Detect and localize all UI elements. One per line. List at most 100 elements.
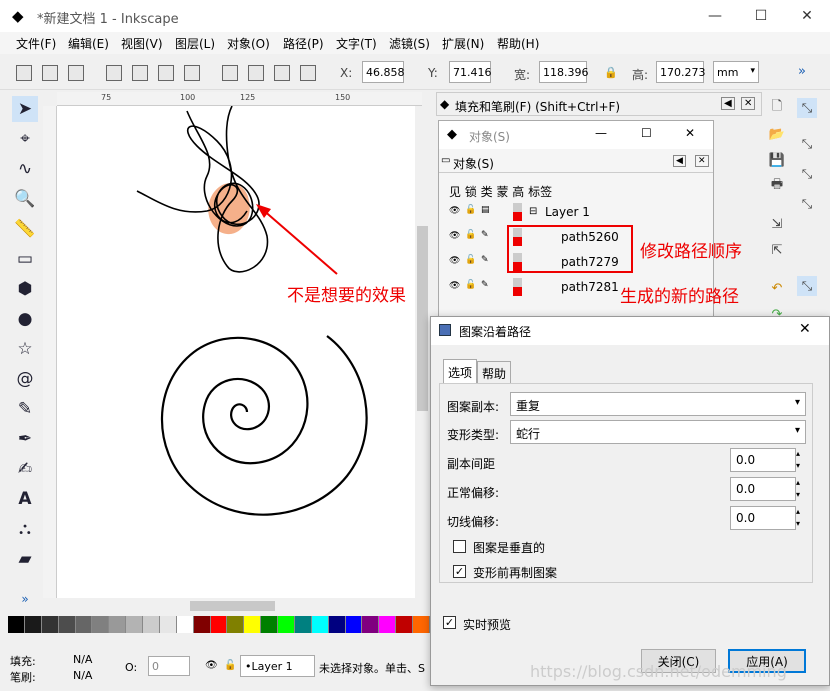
current-layer-select[interactable]: •Layer 1	[240, 655, 315, 677]
eye-icon[interactable]: 👁	[205, 660, 218, 671]
flip-vertical-icon[interactable]	[184, 65, 200, 81]
measure-tool-icon[interactable]: 📏	[12, 216, 38, 242]
lock-icon[interactable]: 🔓	[465, 205, 476, 215]
spin-icon[interactable]: ▴ ▾	[796, 448, 800, 472]
pencil-tool-icon[interactable]: ✎	[12, 396, 38, 422]
layer-row[interactable]: 👁 🔓 ▤ ⊟ Layer 1	[445, 201, 709, 223]
lock-icon[interactable]: 🔓	[465, 280, 476, 290]
palette-swatch[interactable]	[159, 616, 177, 633]
copies-select[interactable]: 重复 ▾	[510, 392, 806, 416]
panel-close-icon[interactable]: ✕	[741, 97, 756, 110]
palette-swatch[interactable]	[413, 616, 430, 633]
ellipse-tool-icon[interactable]: ●	[12, 306, 38, 332]
menu-path[interactable]: 路径(P)	[283, 35, 324, 52]
palette-swatch[interactable]	[58, 616, 76, 633]
flip-horizontal-icon[interactable]	[158, 65, 174, 81]
spiral-tool-icon[interactable]: @	[12, 366, 38, 392]
vertical-scrollbar[interactable]	[415, 106, 430, 598]
new-document-icon[interactable]: 🗋	[767, 98, 787, 118]
drawing-canvas[interactable]	[57, 105, 415, 598]
deselect-icon[interactable]	[68, 65, 84, 81]
lock-icon[interactable]: 🔓	[465, 255, 476, 265]
opacity-input[interactable]: 0	[148, 656, 190, 676]
text-tool-icon[interactable]: A	[12, 486, 38, 512]
menu-file[interactable]: 文件(F)	[16, 35, 56, 52]
objects-maximize-button[interactable]: ☐	[641, 126, 652, 140]
x-input[interactable]: 46.858	[362, 61, 405, 83]
palette-swatch[interactable]	[244, 616, 262, 633]
snap-toggle-icon[interactable]: ⤡	[797, 98, 817, 118]
objects-minimize-button[interactable]: —	[595, 126, 607, 140]
spacing-input[interactable]: 0.0	[730, 448, 796, 472]
palette-swatch[interactable]	[362, 616, 380, 633]
palette-swatch[interactable]	[92, 616, 110, 633]
select-all-layers-icon[interactable]	[42, 65, 58, 81]
palette-swatch[interactable]	[210, 616, 228, 633]
snap-corner-icon[interactable]: ⤡	[797, 194, 817, 214]
menu-edit[interactable]: 编辑(E)	[68, 35, 109, 52]
palette-swatch[interactable]	[143, 616, 160, 633]
raise-to-top-icon[interactable]	[222, 65, 238, 81]
selector-tool-icon[interactable]: ➤	[12, 96, 38, 122]
lower-to-bottom-icon[interactable]	[300, 65, 316, 81]
collapse-icon[interactable]: ⊟	[529, 206, 537, 217]
lock-icon[interactable]: 🔓	[224, 660, 236, 671]
width-input[interactable]: 118.396	[539, 61, 589, 83]
menu-text[interactable]: 文字(T)	[336, 35, 377, 52]
horizontal-scroll-thumb[interactable]	[190, 601, 275, 611]
open-icon[interactable]: 📂	[767, 124, 787, 144]
calligraphy-tool-icon[interactable]: ✍	[12, 456, 38, 482]
palette-swatch[interactable]	[8, 616, 25, 633]
raise-icon[interactable]	[248, 65, 264, 81]
visibility-icon[interactable]: 👁	[449, 281, 460, 291]
save-icon[interactable]: 💾	[767, 150, 787, 170]
palette-swatch[interactable]	[311, 616, 329, 633]
objects-close-button[interactable]: ✕	[685, 126, 695, 140]
palette-swatch[interactable]	[193, 616, 211, 633]
palette-swatch[interactable]	[176, 616, 194, 633]
palette-swatch[interactable]	[126, 616, 143, 633]
palette-swatch[interactable]	[24, 616, 42, 633]
palette-swatch[interactable]	[261, 616, 278, 633]
snap-edge-icon[interactable]: ⤡	[797, 164, 817, 184]
tangent-offset-input[interactable]: 0.0	[730, 506, 796, 530]
palette-swatch[interactable]	[294, 616, 312, 633]
menu-view[interactable]: 视图(V)	[121, 35, 163, 52]
palette-swatch[interactable]	[109, 616, 127, 633]
rotate-cw-icon[interactable]	[132, 65, 148, 81]
zoom-tool-icon[interactable]: 🔍	[12, 186, 38, 212]
panel-collapse-icon[interactable]: ◀	[721, 97, 735, 110]
palette-swatch[interactable]	[396, 616, 413, 633]
export-icon[interactable]: ⇱	[767, 240, 787, 260]
palette-swatch[interactable]	[345, 616, 363, 633]
menu-extensions[interactable]: 扩展(N)	[442, 35, 484, 52]
more-tools-icon[interactable]: »	[12, 586, 38, 612]
menu-help[interactable]: 帮助(H)	[497, 35, 539, 52]
visibility-icon[interactable]: 👁	[449, 231, 460, 241]
maximize-button[interactable]: ☐	[738, 0, 784, 32]
clone-before-deform-checkbox[interactable]: ✓	[453, 565, 466, 578]
star-tool-icon[interactable]: ☆	[12, 336, 38, 362]
palette-swatch[interactable]	[41, 616, 59, 633]
import-icon[interactable]: ⇲	[767, 214, 787, 234]
dialog-close-button[interactable]: ✕	[799, 321, 811, 337]
lock-ratio-icon[interactable]: 🔒	[604, 66, 618, 79]
tab-options[interactable]: 选项	[443, 359, 478, 383]
overflow-icon[interactable]: »	[798, 64, 806, 79]
rectangle-tool-icon[interactable]: ▭	[12, 246, 38, 272]
y-input[interactable]: 71.416	[449, 61, 492, 83]
print-icon[interactable]: 🖶	[767, 176, 787, 196]
palette-swatch[interactable]	[328, 616, 346, 633]
vertical-scroll-thumb[interactable]	[417, 226, 428, 411]
tweak-tool-icon[interactable]: ∿	[12, 156, 38, 182]
undo-icon[interactable]: ↶	[767, 278, 787, 298]
spray-tool-icon[interactable]: ⛬	[12, 516, 38, 542]
select-all-icon[interactable]	[16, 65, 32, 81]
pattern-vertical-checkbox[interactable]	[453, 540, 466, 553]
unit-select[interactable]: mm ▾	[713, 61, 759, 83]
visibility-icon[interactable]: 👁	[449, 256, 460, 266]
menu-filters[interactable]: 滤镜(S)	[389, 35, 430, 52]
lower-icon[interactable]	[274, 65, 290, 81]
color-palette[interactable]	[8, 616, 430, 633]
pen-tool-icon[interactable]: ✒	[12, 426, 38, 452]
